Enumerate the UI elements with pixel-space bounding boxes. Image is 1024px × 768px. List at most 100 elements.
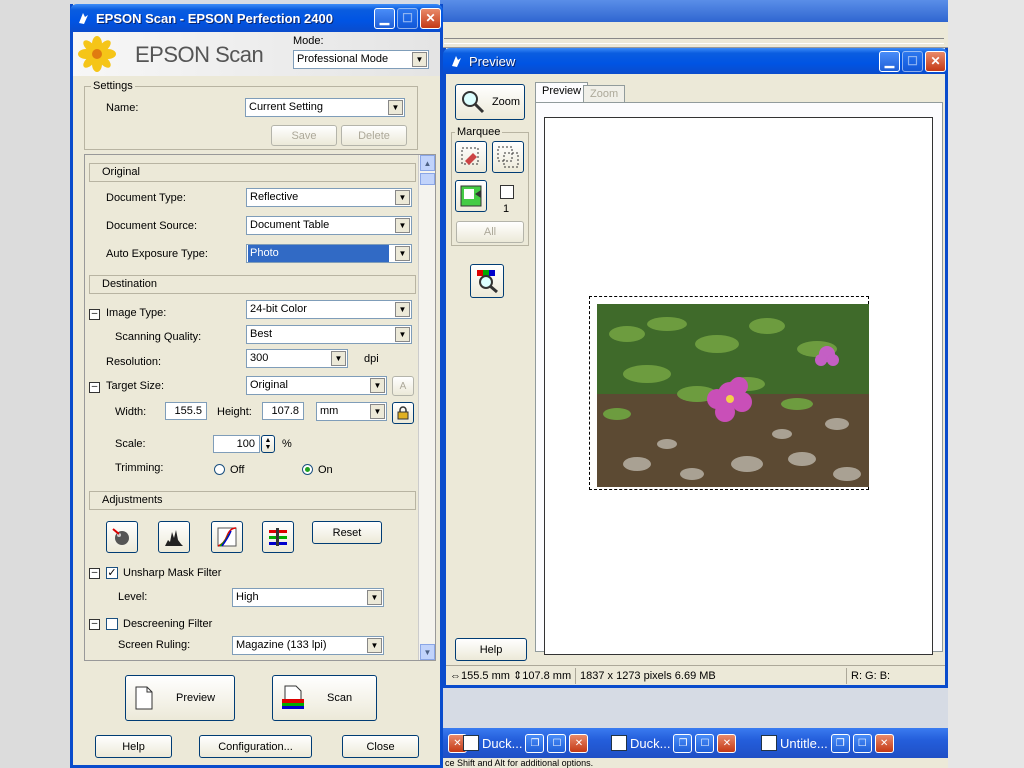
- image-adjust-icon[interactable]: [470, 264, 504, 298]
- taskbar-item-duck-2[interactable]: Duck... ❐ ☐ ✕: [611, 730, 737, 756]
- chevron-down-icon[interactable]: ▼: [395, 246, 410, 261]
- chevron-down-icon[interactable]: ▼: [388, 100, 403, 115]
- all-button[interactable]: All: [456, 221, 524, 243]
- document-type-select[interactable]: Reflective ▼: [246, 188, 412, 207]
- histogram-icon[interactable]: [158, 521, 190, 553]
- scanning-quality-select[interactable]: Best ▼: [246, 325, 412, 344]
- chevron-down-icon[interactable]: ▼: [331, 351, 346, 366]
- close-icon[interactable]: ✕: [874, 733, 894, 753]
- maximize-icon[interactable]: ☐: [547, 733, 567, 753]
- minimize-button[interactable]: ▁: [879, 50, 900, 72]
- marquee-delete-icon[interactable]: [455, 141, 487, 173]
- unit-select[interactable]: mm ▼: [316, 402, 387, 421]
- image-type-collapse-toggle[interactable]: –: [89, 309, 100, 320]
- unsharp-checkbox[interactable]: ✓: [106, 567, 118, 579]
- maximize-icon[interactable]: ☐: [852, 733, 872, 753]
- settings-scrollbar[interactable]: ▲ ▼: [418, 155, 435, 660]
- trim-off-radio[interactable]: [214, 464, 225, 475]
- scan-marquee[interactable]: [589, 296, 869, 490]
- restore-icon[interactable]: ❐: [673, 733, 693, 753]
- height-field[interactable]: 107.8: [262, 402, 304, 420]
- close-window-button[interactable]: ✕: [925, 50, 946, 72]
- marquee-group: Marquee 1 All: [451, 126, 529, 246]
- resolution-select[interactable]: 300 ▼: [246, 349, 348, 368]
- taskbar-item-duck-1[interactable]: Duck... ❐ ☐ ✕: [463, 730, 589, 756]
- main-titlebar[interactable]: EPSON Scan - EPSON Perfection 2400 ▁ ☐ ✕: [70, 4, 443, 32]
- tone-correction-icon[interactable]: [211, 521, 243, 553]
- preview-titlebar[interactable]: Preview ▁ ☐ ✕: [443, 48, 948, 74]
- original-section-head: Original: [89, 163, 416, 182]
- restore-icon[interactable]: ❐: [830, 733, 850, 753]
- marquee-frame-icon: [500, 185, 514, 199]
- close-icon[interactable]: ✕: [569, 733, 589, 753]
- target-size-edit-icon[interactable]: A: [392, 376, 414, 396]
- auto-exposure-select[interactable]: Photo ▼: [246, 244, 412, 263]
- mode-select[interactable]: Professional Mode ▼: [293, 50, 429, 69]
- document-type-value: Reflective: [250, 191, 299, 203]
- image-type-label: Image Type:: [106, 307, 167, 319]
- mode-select-value: Professional Mode: [297, 53, 389, 65]
- minimize-button[interactable]: ▁: [374, 7, 395, 29]
- tab-preview[interactable]: Preview: [535, 82, 589, 102]
- auto-exposure-icon[interactable]: [106, 521, 138, 553]
- close-button[interactable]: Close: [342, 735, 419, 758]
- auto-locate-icon[interactable]: [455, 180, 487, 212]
- chevron-down-icon[interactable]: ▼: [370, 378, 385, 393]
- close-window-button[interactable]: ✕: [420, 7, 441, 29]
- scan-button[interactable]: Scan: [272, 675, 377, 721]
- trim-on-radio[interactable]: [302, 464, 313, 475]
- chevron-down-icon[interactable]: ▼: [370, 404, 385, 419]
- target-size-collapse-toggle[interactable]: –: [89, 382, 100, 393]
- close-icon[interactable]: ✕: [717, 733, 737, 753]
- scale-field[interactable]: 100: [213, 435, 260, 453]
- preview-canvas[interactable]: [544, 117, 933, 655]
- destination-section-head: Destination: [89, 275, 416, 294]
- taskbar-item-label: Duck...: [482, 735, 523, 751]
- screen-ruling-select[interactable]: Magazine (133 lpi) ▼: [232, 636, 384, 655]
- desktop-left-strip: [0, 0, 70, 768]
- color-balance-icon[interactable]: [262, 521, 294, 553]
- chevron-down-icon[interactable]: ▼: [395, 218, 410, 233]
- width-field[interactable]: 155.5: [165, 402, 207, 420]
- chevron-down-icon[interactable]: ▼: [395, 302, 410, 317]
- document-source-select[interactable]: Document Table ▼: [246, 216, 412, 235]
- chevron-down-icon[interactable]: ▼: [395, 327, 410, 342]
- scroll-down-icon[interactable]: ▼: [420, 644, 435, 660]
- descreen-collapse-toggle[interactable]: –: [89, 619, 100, 630]
- level-label: Level:: [118, 591, 148, 603]
- status-width: 155.5 mm: [461, 669, 510, 682]
- zoom-button[interactable]: Zoom: [455, 84, 525, 120]
- mode-label: Mode:: [293, 35, 324, 47]
- unsharp-collapse-toggle[interactable]: –: [89, 568, 100, 579]
- level-select[interactable]: High ▼: [232, 588, 384, 607]
- save-button[interactable]: Save: [271, 125, 337, 146]
- chevron-down-icon[interactable]: ▼: [367, 638, 382, 653]
- reset-button[interactable]: Reset: [312, 521, 382, 544]
- tab-zoom[interactable]: Zoom: [583, 85, 626, 102]
- configuration-button[interactable]: Configuration...: [199, 735, 312, 758]
- scrollbar-thumb[interactable]: [420, 173, 435, 185]
- scale-label: Scale:: [115, 438, 146, 450]
- restore-icon[interactable]: ❐: [525, 733, 545, 753]
- lock-icon[interactable]: [392, 402, 414, 424]
- marquee-copy-icon[interactable]: [492, 141, 524, 173]
- maximize-icon[interactable]: ☐: [695, 733, 715, 753]
- preview-button[interactable]: Preview: [125, 675, 235, 721]
- status-rgb: R: G: B:: [851, 669, 891, 682]
- maximize-button: ☐: [397, 7, 418, 29]
- scale-spinner[interactable]: ▲ ▼: [261, 435, 275, 453]
- document-icon: [761, 735, 777, 751]
- name-select-value: Current Setting: [249, 101, 323, 113]
- delete-button[interactable]: Delete: [341, 125, 407, 146]
- help-button[interactable]: Help: [95, 735, 172, 758]
- scroll-up-icon[interactable]: ▲: [420, 155, 435, 171]
- preview-help-button[interactable]: Help: [455, 638, 527, 661]
- chevron-down-icon[interactable]: ▼: [367, 590, 382, 605]
- name-select[interactable]: Current Setting ▼: [245, 98, 405, 117]
- target-size-select[interactable]: Original ▼: [246, 376, 387, 395]
- taskbar-item-untitled[interactable]: Untitle... ❐ ☐ ✕: [761, 730, 894, 756]
- chevron-down-icon[interactable]: ▼: [412, 52, 427, 67]
- chevron-down-icon[interactable]: ▼: [395, 190, 410, 205]
- image-type-select[interactable]: 24-bit Color ▼: [246, 300, 412, 319]
- descreen-checkbox[interactable]: [106, 618, 118, 630]
